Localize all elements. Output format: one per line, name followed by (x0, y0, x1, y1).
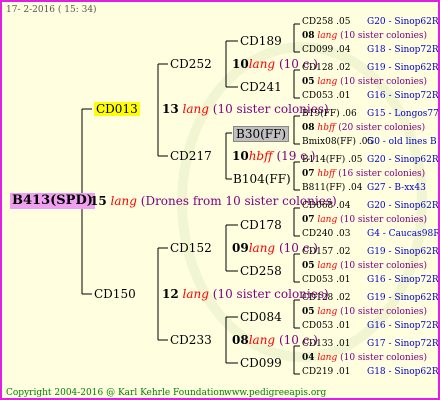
leaf-queen[interactable]: CD157 .02 (302, 247, 350, 258)
parent-queen[interactable]: CD013 (94, 102, 140, 116)
leaf-drone-queen[interactable]: CD099 .04 (302, 45, 350, 56)
leaf-queen[interactable]: B114(FF) .05 (302, 155, 362, 166)
leaf-queen[interactable]: CD133 .01 (302, 339, 350, 350)
root-drone-count: 15 (90, 194, 107, 208)
root-drone-lang: lang (110, 194, 137, 208)
p2-count: 12 (162, 287, 179, 301)
leaf-drone-lang: hbff (317, 123, 336, 133)
leaf-queen-source: G19 - Sinop62R (367, 63, 439, 73)
leaf-drone-lang: lang (317, 353, 338, 363)
ggp-8[interactable]: CD099 (240, 356, 282, 370)
leaf-drone-count: 05 (302, 77, 315, 87)
leaf-drones: 08 hbff (20 sister colonies) (302, 123, 425, 134)
ggp-2[interactable]: CD241 (240, 80, 282, 94)
leaf-drone-queen[interactable]: CD053 .01 (302, 321, 350, 332)
leaf-drone-lang: hbff (317, 169, 336, 179)
leaf-drone-count: 08 (302, 123, 315, 133)
leaf-drone-queen[interactable]: CD053 .01 (302, 275, 350, 286)
leaf-queen[interactable]: CD128 .02 (302, 63, 350, 74)
gp-4[interactable]: CD233 (170, 333, 212, 347)
leaf-drone-queen-source: G16 - Sinop72R (367, 275, 439, 285)
leaf-drones: 05 lang (10 sister colonies) (302, 261, 427, 272)
ggp-3[interactable]: B30(FF) (233, 126, 290, 142)
leaf-drone-queen-source: G4 - Caucas98R (367, 229, 440, 239)
ggp-7[interactable]: CD084 (240, 310, 282, 324)
footer-url[interactable]: www.pedigreeapis.org (224, 388, 326, 398)
copyright: Copyright 2004-2016 @ Karl Kehrle Founda… (6, 388, 228, 398)
leaf-drone-note: (10 sister colonies) (340, 77, 428, 87)
leaf-drones: 07 hbff (16 sister colonies) (302, 169, 425, 180)
leaf-drone-lang: lang (317, 215, 338, 225)
p2-lang: lang (182, 287, 209, 301)
leaf-drone-queen-source: G16 - Sinop72R (367, 321, 439, 331)
pedigree-frame: 17- 2-2016 ( 15: 34) B413(SPD) 15 lang (… (0, 0, 440, 400)
leaf-queen-source: G17 - Sinop72R (367, 339, 439, 349)
leaf-drone-queen-source: G0 - old lines B (367, 137, 437, 147)
leaf-drone-lang: lang (317, 31, 338, 41)
leaf-queen[interactable]: CD258 .05 (302, 17, 350, 28)
leaf-drone-queen-source: G27 - B-xx43 (367, 183, 426, 193)
p1-count: 13 (162, 102, 179, 116)
leaf-drone-note: (10 sister colonies) (340, 307, 428, 317)
gp4-lang: lang (248, 333, 276, 347)
leaf-drone-queen[interactable]: Bmix08(FF) .05 (302, 137, 373, 148)
leaf-drones: 07 lang (10 sister colonies) (302, 215, 427, 226)
leaf-queen-source: G20 - Sinop62R (367, 201, 439, 211)
leaf-drones: 05 lang (10 sister colonies) (302, 77, 427, 88)
gp3-lang: lang (248, 241, 276, 255)
leaf-drone-note: (10 sister colonies) (340, 261, 428, 271)
leaf-queen[interactable]: B19(FF) .06 (302, 109, 357, 120)
parent-drone-queen[interactable]: CD150 (94, 287, 136, 301)
leaf-drone-note: (10 sister colonies) (340, 353, 428, 363)
ggp-6[interactable]: CD258 (240, 264, 282, 278)
leaf-drone-queen[interactable]: CD219 .01 (302, 367, 350, 378)
leaf-drone-queen-source: G18 - Sinop62R (367, 367, 439, 377)
leaf-drones: 08 lang (10 sister colonies) (302, 31, 427, 42)
root-drones-line: 15 lang (Drones from 10 sister colonies) (90, 194, 337, 208)
leaf-queen[interactable]: CD128 .02 (302, 293, 350, 304)
leaf-drone-queen[interactable]: CD053 .01 (302, 91, 350, 102)
leaf-drone-queen-source: G16 - Sinop72R (367, 91, 439, 101)
leaf-drone-count: 07 (302, 169, 315, 179)
gp2-lang: hbff (248, 149, 273, 163)
ggp-4[interactable]: B104(FF) (233, 172, 291, 186)
ggp-5[interactable]: CD178 (240, 218, 282, 232)
ggp-1[interactable]: CD189 (240, 34, 282, 48)
leaf-drone-note: (20 sister colonies) (338, 123, 426, 133)
leaf-queen-source: G19 - Sinop62R (367, 293, 439, 303)
leaf-drone-queen[interactable]: B811(FF) .04 (302, 183, 362, 194)
leaf-drone-note: (10 sister colonies) (340, 215, 428, 225)
gp1-count: 10 (232, 57, 249, 71)
leaf-drone-lang: lang (317, 77, 338, 87)
gp-1[interactable]: CD252 (170, 57, 212, 71)
leaf-drone-count: 08 (302, 31, 315, 41)
leaf-drone-count: 05 (302, 261, 315, 271)
leaf-drone-lang: lang (317, 261, 338, 271)
leaf-drone-count: 07 (302, 215, 315, 225)
leaf-drone-note: (10 sister colonies) (340, 31, 428, 41)
gp4-count: 08 (232, 333, 249, 347)
gp2-count: 10 (232, 149, 249, 163)
leaf-drones: 05 lang (10 sister colonies) (302, 307, 427, 318)
leaf-drone-count: 05 (302, 307, 315, 317)
root-bee[interactable]: B413(SPD) (10, 193, 95, 209)
leaf-drone-lang: lang (317, 307, 338, 317)
date-stamp: 17- 2-2016 ( 15: 34) (6, 5, 97, 15)
leaf-queen-source: G19 - Sinop62R (367, 247, 439, 257)
leaf-drone-queen-source: G18 - Sinop72R (367, 45, 439, 55)
p1-lang: lang (182, 102, 209, 116)
leaf-queen[interactable]: CD068 .04 (302, 201, 350, 212)
leaf-drone-queen[interactable]: CD240 .03 (302, 229, 350, 240)
leaf-queen-source: G15 - Longos77R (367, 109, 440, 119)
leaf-queen-source: G20 - Sinop62R (367, 155, 439, 165)
leaf-drones: 04 lang (10 sister colonies) (302, 353, 427, 364)
leaf-drone-note: (16 sister colonies) (338, 169, 426, 179)
gp1-lang: lang (248, 57, 276, 71)
gp3-count: 09 (232, 241, 249, 255)
gp-2[interactable]: CD217 (170, 149, 212, 163)
gp-3[interactable]: CD152 (170, 241, 212, 255)
leaf-queen-source: G20 - Sinop62R (367, 17, 439, 27)
leaf-drone-count: 04 (302, 353, 315, 363)
